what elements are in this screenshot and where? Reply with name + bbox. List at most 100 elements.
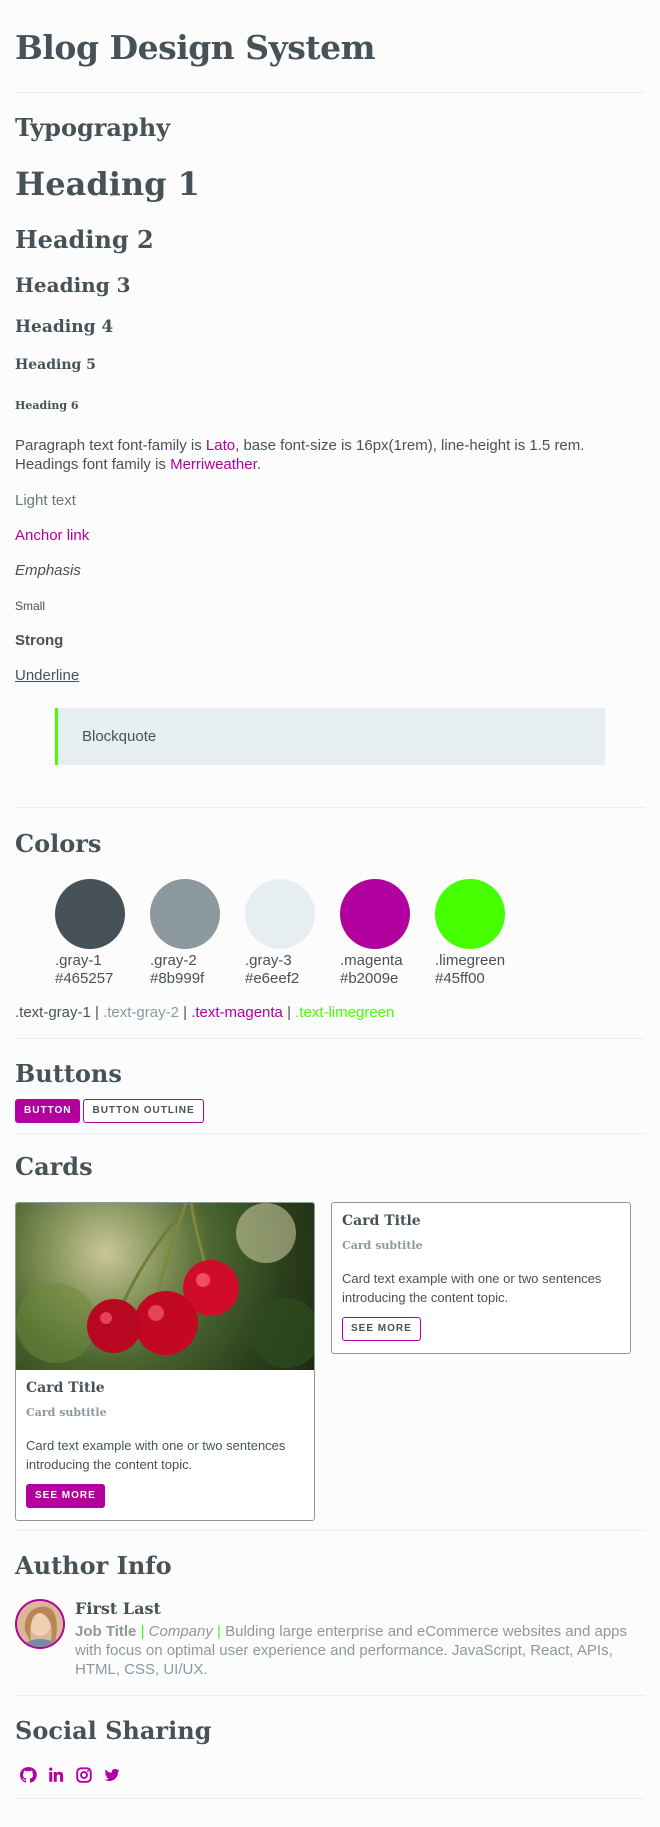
- avatar: [15, 1599, 65, 1649]
- job-title: Job Title: [75, 1623, 137, 1640]
- author-section: Author Info First Last Job Title | Compa…: [15, 1551, 645, 1679]
- divider: [15, 92, 645, 93]
- swatch-name: .gray-1: [55, 952, 102, 969]
- divider: [15, 1530, 645, 1531]
- divider: [15, 1133, 645, 1134]
- small-sample: Small: [15, 599, 46, 613]
- divider: [15, 1695, 645, 1696]
- paragraph-sample: Paragraph text font-family is Lato, base…: [15, 436, 645, 474]
- card-body: Card Title Card subtitle Card text examp…: [332, 1203, 630, 1353]
- swatch-hex: #b2009e: [340, 970, 399, 987]
- card-text: Card text example with one or two senten…: [342, 1271, 602, 1305]
- author-details: First Last Job Title | Company | Bulding…: [75, 1599, 645, 1679]
- cherries-image: [16, 1203, 314, 1370]
- card-with-image: Card Title Card subtitle Card text examp…: [15, 1202, 315, 1521]
- color-circle: [435, 879, 505, 949]
- color-circle: [55, 879, 125, 949]
- heading-6-sample: Heading 6: [15, 399, 79, 412]
- cards-section: Cards Card Title Card subtitle Card text…: [15, 1152, 645, 1521]
- swatch-name: .gray-3: [245, 952, 292, 969]
- color-circle: [340, 879, 410, 949]
- heading-1-sample: Heading 1: [15, 165, 200, 203]
- text-gray-1-sample: .text-gray-1: [15, 1004, 91, 1021]
- swatch-limegreen: .limegreen #45ff00: [435, 879, 530, 988]
- section-title-typography: Typography: [15, 113, 171, 142]
- heading-2-sample: Heading 2: [15, 225, 154, 254]
- emphasis-sample: Emphasis: [15, 562, 81, 579]
- colors-section: Colors .gray-1 #465257 .gray-2 #8b999f .…: [15, 829, 645, 1038]
- swatch-name: .magenta: [340, 952, 403, 969]
- linkedin-icon[interactable]: [47, 1766, 67, 1786]
- page-title: Blog Design System: [15, 28, 376, 67]
- separator: |: [140, 1623, 145, 1640]
- text-limegreen-sample: .text-limegreen: [295, 1004, 395, 1021]
- card-text-only: Card Title Card subtitle Card text examp…: [331, 1202, 631, 1354]
- color-swatches: .gray-1 #465257 .gray-2 #8b999f .gray-3 …: [15, 879, 645, 988]
- card-text: Card text example with one or two senten…: [26, 1438, 286, 1472]
- cherries-illustration: [16, 1203, 314, 1368]
- divider: [15, 1798, 645, 1799]
- social-section: Social Sharing: [15, 1716, 645, 1792]
- card-title: Card Title: [26, 1380, 105, 1396]
- strong-sample: Strong: [15, 632, 64, 649]
- anchor-link-sample[interactable]: Anchor link: [15, 527, 645, 546]
- see-more-button[interactable]: SEE MORE: [26, 1484, 105, 1508]
- divider: [15, 1038, 645, 1039]
- swatch-hex: #465257: [55, 970, 114, 987]
- blockquote-sample: Blockquote: [55, 708, 605, 765]
- merriweather-link[interactable]: Merriweather: [170, 456, 257, 473]
- swatch-name: .gray-2: [150, 952, 197, 969]
- heading-5-sample: Heading 5: [15, 357, 96, 373]
- button-outline[interactable]: BUTTON OUTLINE: [83, 1099, 204, 1123]
- paragraph-text: .: [256, 456, 261, 473]
- buttons-section: Buttons BUTTON BUTTON OUTLINE: [15, 1059, 645, 1131]
- swatch-magenta: .magenta #b2009e: [340, 879, 435, 988]
- swatch-gray-3: .gray-3 #e6eef2: [245, 879, 340, 988]
- card-body: Card Title Card subtitle Card text examp…: [16, 1370, 314, 1520]
- separator: |: [90, 1004, 104, 1021]
- text-color-classes: .text-gray-1 | .text-gray-2 | .text-mage…: [15, 1004, 645, 1038]
- swatch-hex: #8b999f: [150, 970, 205, 987]
- card-title: Card Title: [342, 1213, 421, 1229]
- separator: |: [178, 1004, 192, 1021]
- section-title-social: Social Sharing: [15, 1716, 212, 1745]
- underline-sample: Underline: [15, 667, 80, 684]
- separator: |: [282, 1004, 296, 1021]
- divider: [15, 807, 645, 808]
- company: Company: [148, 1623, 213, 1640]
- author-info: First Last Job Title | Company | Bulding…: [15, 1599, 645, 1679]
- section-title-buttons: Buttons: [15, 1059, 122, 1088]
- color-circle: [245, 879, 315, 949]
- card-subtitle: Card subtitle: [26, 1406, 107, 1419]
- light-text-sample: Light text: [15, 492, 76, 509]
- heading-4-sample: Heading 4: [15, 317, 114, 337]
- text-magenta-sample: .text-magenta: [191, 1004, 283, 1021]
- section-title-cards: Cards: [15, 1152, 93, 1181]
- lato-link[interactable]: Lato: [206, 437, 235, 454]
- typography-section: Typography Heading 1 Heading 2 Heading 3…: [15, 113, 645, 765]
- swatch-gray-2: .gray-2 #8b999f: [150, 879, 245, 988]
- author-description: Job Title | Company | Bulding large ente…: [75, 1622, 645, 1679]
- card-row: Card Title Card subtitle Card text examp…: [15, 1202, 645, 1521]
- heading-3-sample: Heading 3: [15, 273, 131, 297]
- social-icons: [15, 1766, 645, 1792]
- section-title-author: Author Info: [15, 1551, 172, 1580]
- swatch-hex: #e6eef2: [245, 970, 300, 987]
- swatch-gray-1: .gray-1 #465257: [55, 879, 150, 988]
- button-row: BUTTON BUTTON OUTLINE: [15, 1099, 645, 1131]
- color-circle: [150, 879, 220, 949]
- see-more-button[interactable]: SEE MORE: [342, 1317, 421, 1341]
- twitter-icon[interactable]: [103, 1766, 123, 1786]
- author-name: First Last: [75, 1599, 161, 1618]
- avatar-illustration: [17, 1601, 63, 1647]
- instagram-icon[interactable]: [75, 1766, 95, 1786]
- paragraph-text: Paragraph text font-family is: [15, 437, 206, 454]
- page: Blog Design System Typography Heading 1 …: [0, 0, 660, 1799]
- card-subtitle: Card subtitle: [342, 1239, 423, 1252]
- swatch-hex: #45ff00: [435, 970, 485, 987]
- button-solid[interactable]: BUTTON: [15, 1099, 81, 1123]
- section-title-colors: Colors: [15, 829, 102, 858]
- swatch-name: .limegreen: [435, 952, 506, 969]
- text-gray-2-sample: .text-gray-2: [103, 1004, 179, 1021]
- github-icon[interactable]: [19, 1766, 39, 1786]
